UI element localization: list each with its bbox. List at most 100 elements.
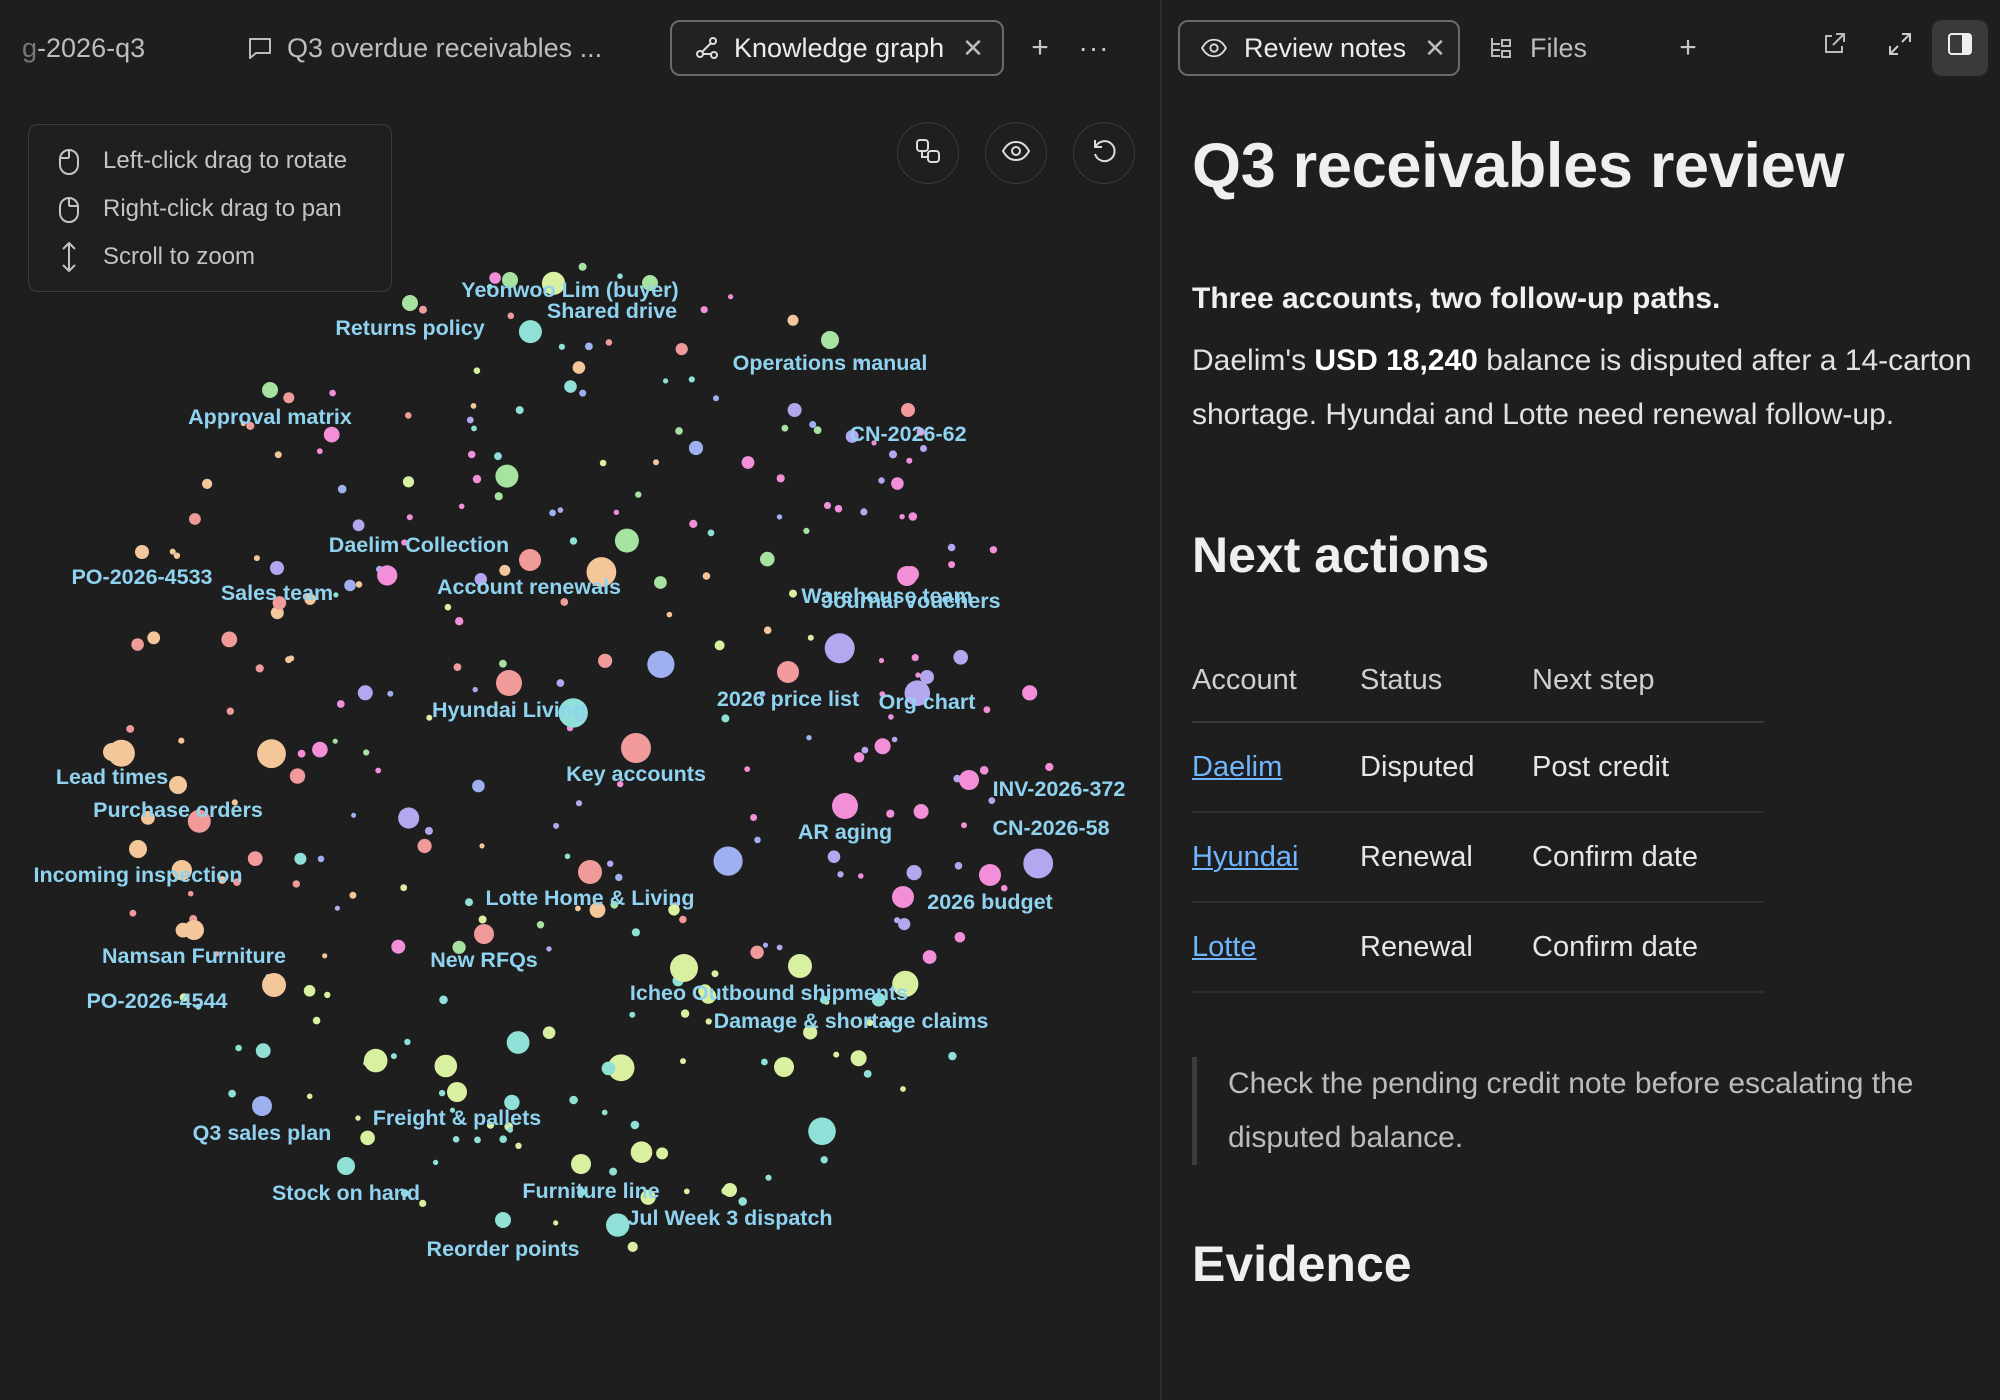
graph-node-damage[interactable] (774, 1057, 794, 1077)
graph-label-hyundai[interactable]: Hyundai Living (432, 698, 586, 722)
graph-node[interactable] (419, 1199, 427, 1207)
graph-label-incoming[interactable]: Incoming inspection (33, 863, 242, 887)
graph-node[interactable] (297, 749, 306, 758)
graph-node[interactable] (472, 474, 482, 484)
graph-node[interactable] (536, 921, 545, 929)
graph-node[interactable] (363, 749, 370, 756)
graph-node-lotte[interactable] (578, 860, 602, 884)
graph-node[interactable] (863, 1070, 872, 1078)
graph-node[interactable] (860, 508, 868, 516)
new-tab-button[interactable]: + (1018, 26, 1062, 70)
graph-node[interactable] (878, 657, 885, 664)
graph-node[interactable] (763, 626, 772, 634)
graph-node-q3plan[interactable] (252, 1096, 272, 1116)
graph-node[interactable] (553, 822, 560, 829)
graph-node[interactable] (173, 552, 181, 559)
graph-node[interactable] (861, 746, 869, 754)
graph-node[interactable] (391, 939, 406, 954)
graph-node[interactable] (675, 343, 688, 356)
graph-node[interactable] (606, 1213, 630, 1237)
graph-node[interactable] (874, 738, 891, 755)
graph-label-po4544[interactable]: PO-2026-4544 (86, 989, 227, 1013)
graph-node[interactable] (806, 735, 812, 741)
graph-node[interactable] (294, 852, 307, 865)
graph-node[interactable] (631, 928, 641, 937)
graph-node[interactable] (886, 809, 895, 818)
graph-node[interactable] (776, 474, 785, 483)
graph-node[interactable] (556, 679, 565, 687)
graph-node[interactable] (253, 555, 260, 562)
new-tab-button[interactable]: + (1666, 26, 1710, 70)
graph-node[interactable] (721, 714, 730, 723)
graph-node-keyacc[interactable] (621, 733, 651, 763)
graph-node[interactable] (472, 779, 485, 793)
graph-node[interactable] (922, 950, 937, 964)
open-external-button[interactable] (1812, 26, 1856, 70)
graph-node[interactable] (911, 654, 919, 662)
graph-node[interactable] (833, 1051, 840, 1058)
graph-node[interactable] (557, 507, 564, 513)
graph-node[interactable] (898, 918, 911, 931)
graph-node[interactable] (316, 448, 323, 455)
graph-node[interactable] (713, 846, 743, 876)
graph-node[interactable] (553, 1220, 559, 1226)
graph-node[interactable] (131, 638, 144, 651)
graph-node[interactable] (680, 1009, 690, 1018)
graph-node[interactable] (675, 427, 683, 435)
graph-node[interactable] (569, 537, 578, 545)
graph-label-po4533[interactable]: PO-2026-4533 (71, 565, 212, 589)
graph-node[interactable] (478, 915, 487, 924)
graph-node[interactable] (558, 343, 566, 350)
graph-node[interactable] (352, 519, 365, 532)
tab-q3-overdue[interactable]: Q3 overdue receivables ... (245, 20, 602, 76)
graph-node[interactable] (601, 1061, 616, 1076)
graph-label-sales[interactable]: Sales team (221, 581, 333, 605)
graph-node[interactable] (572, 361, 586, 374)
graph-node[interactable] (920, 445, 927, 452)
graph-node[interactable] (247, 851, 263, 866)
graph-node[interactable] (679, 915, 687, 924)
graph-node[interactable] (466, 416, 474, 424)
graph-node[interactable] (813, 426, 822, 434)
graph-node[interactable] (705, 1018, 712, 1025)
graph-label-damage[interactable]: Damage & shortage claims (714, 1009, 989, 1033)
graph-node[interactable] (908, 512, 918, 521)
graph-node[interactable] (274, 451, 282, 459)
graph-node[interactable] (663, 378, 669, 384)
graph-node-outbound[interactable] (788, 954, 812, 978)
graph-node[interactable] (827, 850, 841, 863)
graph-label-outbound[interactable]: Outbound shipments (692, 981, 908, 1005)
graph-node-inv372[interactable] (959, 770, 979, 790)
graph-label-cn62[interactable]: CN-2026-62 (849, 422, 966, 446)
graph-node[interactable] (776, 514, 783, 520)
graph-label-furniture[interactable]: Furniture line (522, 1179, 659, 1203)
graph-label-price[interactable]: 2026 price list (717, 687, 859, 711)
graph-node[interactable] (713, 395, 719, 402)
graph-node[interactable] (472, 686, 478, 693)
graph-node[interactable] (471, 425, 477, 432)
graph-node[interactable] (656, 1147, 669, 1160)
graph-node[interactable] (744, 766, 751, 772)
graph-node[interactable] (808, 1117, 836, 1146)
graph-node[interactable] (178, 737, 185, 744)
graph-node[interactable] (605, 339, 613, 346)
graph-node[interactable] (889, 450, 897, 459)
graph-node[interactable] (303, 985, 316, 997)
graph-node[interactable] (405, 412, 412, 419)
graph-node-lead[interactable] (103, 743, 121, 761)
graph-label-rfqs[interactable]: New RFQs (430, 948, 538, 972)
graph-node[interactable] (598, 653, 613, 668)
graph-node[interactable] (474, 1136, 481, 1144)
graph-label-namsan[interactable]: Namsan Furniture (102, 944, 286, 968)
graph-node-po4544[interactable] (262, 973, 286, 997)
graph-node[interactable] (312, 741, 328, 758)
graph-label-purchase[interactable]: Purchase orders (93, 798, 263, 822)
graph-node[interactable] (666, 611, 673, 618)
graph-node[interactable] (226, 707, 234, 715)
graph-node[interactable] (579, 389, 587, 397)
graph-node[interactable] (1045, 762, 1054, 772)
graph-label-budget[interactable]: 2026 budget (927, 890, 1052, 914)
account-link-lotte[interactable]: Lotte (1192, 931, 1257, 963)
graph-node-jul[interactable] (723, 1183, 737, 1197)
close-icon[interactable]: ✕ (1424, 33, 1446, 64)
